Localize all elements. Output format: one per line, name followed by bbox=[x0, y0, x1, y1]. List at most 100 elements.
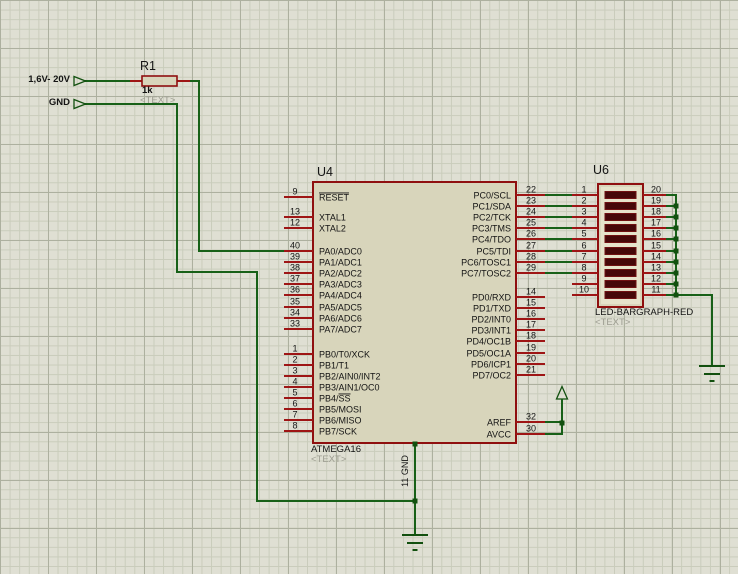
junction-dot bbox=[674, 293, 679, 298]
led-segment bbox=[605, 203, 636, 210]
pin-text: 16 bbox=[651, 229, 661, 239]
pin-text: 22 bbox=[526, 185, 536, 195]
pin-text: 26 bbox=[526, 229, 536, 239]
pin-text: 19 bbox=[526, 343, 536, 353]
pin-text: PA2/ADC2 bbox=[319, 269, 362, 279]
mcu-hidden-pin-label: 11 GND bbox=[400, 448, 412, 494]
pin-text: 25 bbox=[526, 218, 536, 228]
pin-text: PA5/ADC5 bbox=[319, 303, 362, 313]
pin-text: XTAL1 bbox=[319, 213, 346, 223]
pin-text: 6 bbox=[292, 399, 297, 409]
u6-pin-right-20[interactable]: 20 bbox=[643, 185, 666, 196]
pin-text: 13 bbox=[651, 263, 661, 273]
pin-text: 16 bbox=[526, 309, 536, 319]
pin-text: 33 bbox=[290, 319, 300, 329]
u6-pin-right-15[interactable]: 15 bbox=[643, 241, 666, 252]
wire-bus-to-ground[interactable] bbox=[676, 295, 712, 366]
wire-bargraph-bus[interactable] bbox=[666, 195, 676, 295]
u6-pin-right-16[interactable]: 16 bbox=[643, 229, 666, 240]
pin-text: 11 bbox=[651, 285, 660, 295]
u6-pin-left-1[interactable]: 1 bbox=[572, 185, 598, 196]
u6-pin-right-12[interactable]: 12 bbox=[643, 274, 666, 285]
pin-text: 40 bbox=[290, 241, 300, 251]
pin-text: PC2/TCK bbox=[473, 213, 511, 223]
u6-pin-left-5[interactable]: 5 bbox=[572, 229, 598, 240]
pin-text: PD2/INT0 bbox=[471, 315, 511, 325]
pin-text: 9 bbox=[292, 187, 297, 197]
junction-dot bbox=[674, 237, 679, 242]
resistor-text-placeholder: <TEXT> bbox=[140, 96, 175, 106]
led-segment bbox=[605, 270, 636, 277]
pin-text: PD7/OC2 bbox=[472, 371, 511, 381]
u6-pin-left-3[interactable]: 3 bbox=[572, 207, 598, 218]
u6-pin-left-6[interactable]: 6 bbox=[572, 241, 598, 252]
pin-text: 37 bbox=[290, 274, 300, 284]
pin-text: 6 bbox=[581, 241, 586, 251]
pin-text: PD5/OC1A bbox=[466, 349, 511, 359]
u6-pin-right-11[interactable]: 11 bbox=[643, 285, 666, 296]
u6-pin-right-13[interactable]: 13 bbox=[643, 263, 666, 274]
pin-text: 18 bbox=[526, 331, 536, 341]
pin-text: AREF bbox=[487, 418, 512, 428]
pin-text: 10 bbox=[579, 285, 589, 295]
u6-pin-left-9[interactable]: 9 bbox=[572, 274, 598, 285]
pin-text: PC3/TMS bbox=[472, 224, 511, 234]
pin-text: PB4/SS bbox=[319, 394, 351, 404]
schematic-svg: 9RESET13XTAL112XTAL240PA0/ADC039PA1/ADC1… bbox=[0, 0, 738, 574]
pin-text: 39 bbox=[290, 252, 300, 262]
led-segment bbox=[605, 281, 636, 288]
u6-pin-left-4[interactable]: 4 bbox=[572, 218, 598, 229]
resistor-ref-label: R1 bbox=[140, 60, 156, 73]
pin-text: PD6/ICP1 bbox=[471, 360, 511, 370]
junction-dot bbox=[674, 271, 679, 276]
led-segment bbox=[605, 214, 636, 221]
u6-pin-right-14[interactable]: 14 bbox=[643, 252, 666, 263]
pin-text: 17 bbox=[651, 218, 661, 228]
u6-pin-right-18[interactable]: 18 bbox=[643, 207, 666, 218]
pin-text: 4 bbox=[292, 377, 297, 387]
schematic-canvas[interactable]: 9RESET13XTAL112XTAL240PA0/ADC039PA1/ADC1… bbox=[0, 0, 738, 574]
pin-text: XTAL2 bbox=[319, 224, 346, 234]
pin-text: PB3/AIN1/OC0 bbox=[319, 383, 380, 393]
bargraph-u6[interactable]: 1 20 2 19 3 18 4 17 5 16 6 15 7 14 8 13 9 12 10 11 bbox=[572, 184, 666, 307]
pin-text: PB5/MOSI bbox=[319, 405, 362, 415]
pin-text: RESET bbox=[319, 193, 350, 203]
pin-text: PB1/T1 bbox=[319, 361, 349, 371]
mcu-u4[interactable]: 9RESET13XTAL112XTAL240PA0/ADC039PA1/ADC1… bbox=[284, 182, 545, 443]
resistor-r1[interactable] bbox=[130, 76, 190, 86]
pin-text: 9 bbox=[581, 274, 586, 284]
pin-text: 5 bbox=[292, 388, 297, 398]
wire-r1-to-pa0[interactable] bbox=[190, 81, 284, 251]
pin-text: AVCC bbox=[487, 430, 512, 440]
led-segment bbox=[605, 259, 636, 266]
pin-text: 14 bbox=[651, 252, 661, 262]
wire-avcc[interactable] bbox=[545, 399, 562, 434]
junction-dot bbox=[674, 215, 679, 220]
pin-text: PC0/SCL bbox=[473, 191, 511, 201]
ground-symbol[interactable] bbox=[699, 366, 725, 381]
u6-pin-right-19[interactable]: 19 bbox=[643, 196, 666, 207]
u6-pin-left-2[interactable]: 2 bbox=[572, 196, 598, 207]
junction-dot bbox=[674, 226, 679, 231]
mcu-ref-label: U4 bbox=[317, 166, 333, 179]
pin-text: 12 bbox=[290, 218, 300, 228]
pin-text: PD3/INT1 bbox=[471, 326, 511, 336]
u6-pin-right-17[interactable]: 17 bbox=[643, 218, 666, 229]
u6-pin-left-7[interactable]: 7 bbox=[572, 252, 598, 263]
u6-pin-left-10[interactable]: 10 bbox=[572, 285, 598, 296]
pin-text: PA1/ADC1 bbox=[319, 258, 362, 268]
pin-text: 3 bbox=[581, 207, 586, 217]
u6-pin-left-8[interactable]: 8 bbox=[572, 263, 598, 274]
led-segment bbox=[605, 236, 636, 243]
pin-text: PA7/ADC7 bbox=[319, 325, 362, 335]
power-arrow-icon[interactable] bbox=[557, 387, 568, 400]
pin-text: 19 bbox=[651, 196, 661, 206]
power-symbol[interactable] bbox=[557, 387, 568, 435]
ground-terminal-arrow[interactable] bbox=[74, 100, 86, 109]
pin-text: PD1/TXD bbox=[473, 304, 512, 314]
pin-text: 1 bbox=[292, 344, 297, 354]
input-terminal-arrow[interactable] bbox=[74, 77, 86, 86]
pin-text: 14 bbox=[526, 287, 536, 297]
input-terminals[interactable] bbox=[74, 77, 86, 109]
ground-symbol[interactable] bbox=[402, 535, 428, 550]
